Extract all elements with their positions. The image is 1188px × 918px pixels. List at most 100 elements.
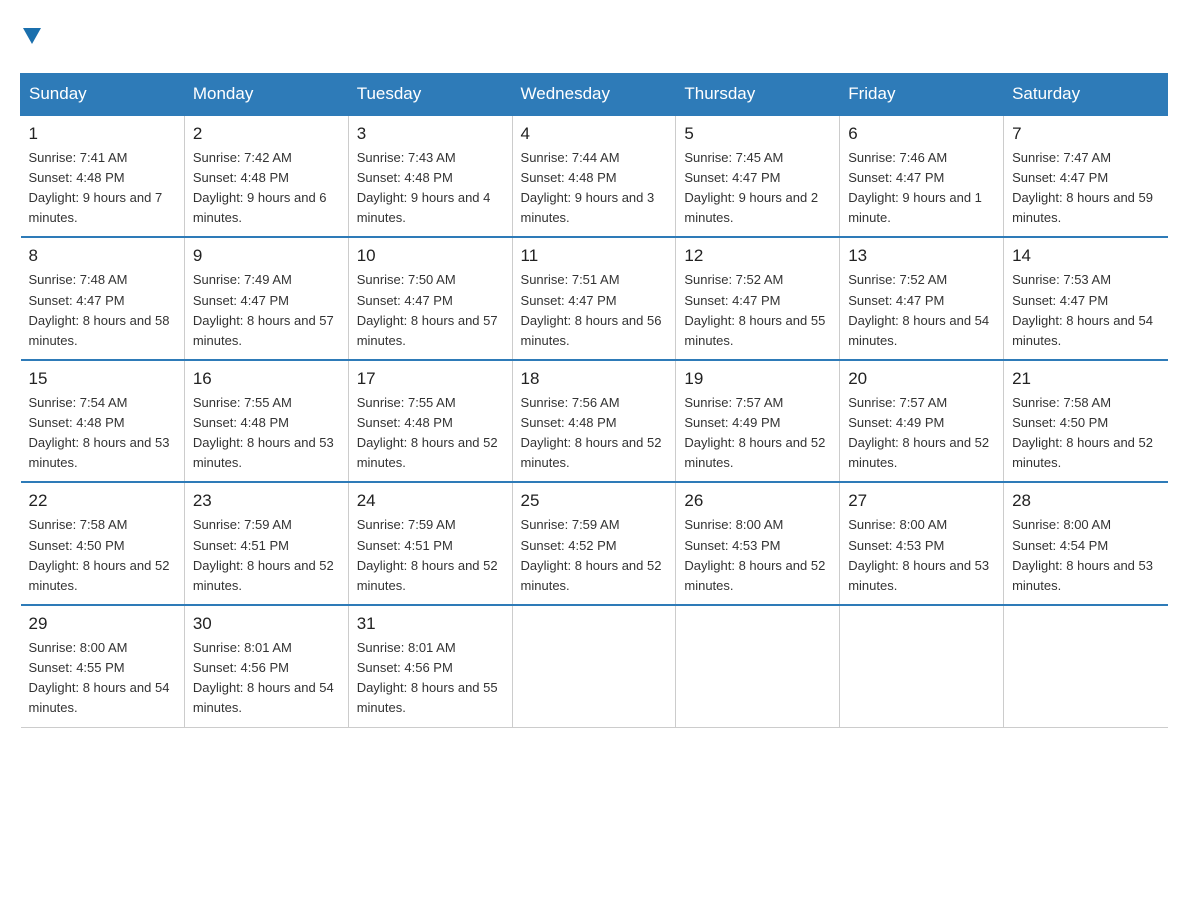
day-number: 25	[521, 491, 668, 511]
day-info: Sunrise: 8:00 AM Sunset: 4:54 PM Dayligh…	[1012, 515, 1159, 596]
calendar-day-cell: 15 Sunrise: 7:54 AM Sunset: 4:48 PM Dayl…	[21, 360, 185, 483]
calendar-table: SundayMondayTuesdayWednesdayThursdayFrid…	[20, 73, 1168, 728]
calendar-day-cell: 30 Sunrise: 8:01 AM Sunset: 4:56 PM Dayl…	[184, 605, 348, 727]
header-saturday: Saturday	[1004, 73, 1168, 115]
day-number: 16	[193, 369, 340, 389]
day-info: Sunrise: 7:44 AM Sunset: 4:48 PM Dayligh…	[521, 148, 668, 229]
day-info: Sunrise: 7:48 AM Sunset: 4:47 PM Dayligh…	[29, 270, 176, 351]
day-number: 10	[357, 246, 504, 266]
day-number: 13	[848, 246, 995, 266]
calendar-day-cell: 8 Sunrise: 7:48 AM Sunset: 4:47 PM Dayli…	[21, 237, 185, 360]
header-sunday: Sunday	[21, 73, 185, 115]
day-info: Sunrise: 7:52 AM Sunset: 4:47 PM Dayligh…	[848, 270, 995, 351]
day-info: Sunrise: 7:55 AM Sunset: 4:48 PM Dayligh…	[357, 393, 504, 474]
header-thursday: Thursday	[676, 73, 840, 115]
day-info: Sunrise: 7:58 AM Sunset: 4:50 PM Dayligh…	[1012, 393, 1159, 474]
day-number: 14	[1012, 246, 1159, 266]
calendar-day-cell: 28 Sunrise: 8:00 AM Sunset: 4:54 PM Dayl…	[1004, 482, 1168, 605]
calendar-day-cell: 14 Sunrise: 7:53 AM Sunset: 4:47 PM Dayl…	[1004, 237, 1168, 360]
calendar-day-cell: 13 Sunrise: 7:52 AM Sunset: 4:47 PM Dayl…	[840, 237, 1004, 360]
calendar-day-cell	[676, 605, 840, 727]
calendar-week-row: 29 Sunrise: 8:00 AM Sunset: 4:55 PM Dayl…	[21, 605, 1168, 727]
calendar-day-cell: 12 Sunrise: 7:52 AM Sunset: 4:47 PM Dayl…	[676, 237, 840, 360]
day-number: 21	[1012, 369, 1159, 389]
calendar-day-cell: 20 Sunrise: 7:57 AM Sunset: 4:49 PM Dayl…	[840, 360, 1004, 483]
header-tuesday: Tuesday	[348, 73, 512, 115]
day-number: 15	[29, 369, 176, 389]
day-info: Sunrise: 8:00 AM Sunset: 4:53 PM Dayligh…	[848, 515, 995, 596]
calendar-day-cell: 16 Sunrise: 7:55 AM Sunset: 4:48 PM Dayl…	[184, 360, 348, 483]
day-info: Sunrise: 8:00 AM Sunset: 4:55 PM Dayligh…	[29, 638, 176, 719]
calendar-day-cell	[1004, 605, 1168, 727]
day-number: 26	[684, 491, 831, 511]
day-number: 8	[29, 246, 176, 266]
day-info: Sunrise: 7:43 AM Sunset: 4:48 PM Dayligh…	[357, 148, 504, 229]
header-friday: Friday	[840, 73, 1004, 115]
day-info: Sunrise: 7:46 AM Sunset: 4:47 PM Dayligh…	[848, 148, 995, 229]
day-number: 7	[1012, 124, 1159, 144]
logo	[20, 20, 41, 53]
header-monday: Monday	[184, 73, 348, 115]
calendar-week-row: 1 Sunrise: 7:41 AM Sunset: 4:48 PM Dayli…	[21, 115, 1168, 238]
logo-triangle-icon	[23, 20, 41, 51]
calendar-day-cell: 25 Sunrise: 7:59 AM Sunset: 4:52 PM Dayl…	[512, 482, 676, 605]
day-info: Sunrise: 8:00 AM Sunset: 4:53 PM Dayligh…	[684, 515, 831, 596]
calendar-day-cell: 4 Sunrise: 7:44 AM Sunset: 4:48 PM Dayli…	[512, 115, 676, 238]
day-info: Sunrise: 7:56 AM Sunset: 4:48 PM Dayligh…	[521, 393, 668, 474]
day-number: 31	[357, 614, 504, 634]
day-number: 30	[193, 614, 340, 634]
calendar-day-cell: 31 Sunrise: 8:01 AM Sunset: 4:56 PM Dayl…	[348, 605, 512, 727]
calendar-week-row: 22 Sunrise: 7:58 AM Sunset: 4:50 PM Dayl…	[21, 482, 1168, 605]
day-number: 9	[193, 246, 340, 266]
day-number: 19	[684, 369, 831, 389]
page-header	[20, 20, 1168, 53]
calendar-week-row: 15 Sunrise: 7:54 AM Sunset: 4:48 PM Dayl…	[21, 360, 1168, 483]
calendar-day-cell: 27 Sunrise: 8:00 AM Sunset: 4:53 PM Dayl…	[840, 482, 1004, 605]
calendar-day-cell: 23 Sunrise: 7:59 AM Sunset: 4:51 PM Dayl…	[184, 482, 348, 605]
day-info: Sunrise: 7:57 AM Sunset: 4:49 PM Dayligh…	[684, 393, 831, 474]
day-number: 22	[29, 491, 176, 511]
day-number: 4	[521, 124, 668, 144]
day-info: Sunrise: 8:01 AM Sunset: 4:56 PM Dayligh…	[357, 638, 504, 719]
header-wednesday: Wednesday	[512, 73, 676, 115]
calendar-day-cell: 22 Sunrise: 7:58 AM Sunset: 4:50 PM Dayl…	[21, 482, 185, 605]
day-number: 3	[357, 124, 504, 144]
day-info: Sunrise: 8:01 AM Sunset: 4:56 PM Dayligh…	[193, 638, 340, 719]
day-info: Sunrise: 7:59 AM Sunset: 4:51 PM Dayligh…	[193, 515, 340, 596]
calendar-day-cell: 6 Sunrise: 7:46 AM Sunset: 4:47 PM Dayli…	[840, 115, 1004, 238]
day-number: 12	[684, 246, 831, 266]
day-number: 27	[848, 491, 995, 511]
day-number: 2	[193, 124, 340, 144]
calendar-day-cell: 7 Sunrise: 7:47 AM Sunset: 4:47 PM Dayli…	[1004, 115, 1168, 238]
day-info: Sunrise: 7:49 AM Sunset: 4:47 PM Dayligh…	[193, 270, 340, 351]
calendar-day-cell: 10 Sunrise: 7:50 AM Sunset: 4:47 PM Dayl…	[348, 237, 512, 360]
calendar-day-cell: 24 Sunrise: 7:59 AM Sunset: 4:51 PM Dayl…	[348, 482, 512, 605]
calendar-day-cell: 19 Sunrise: 7:57 AM Sunset: 4:49 PM Dayl…	[676, 360, 840, 483]
day-number: 6	[848, 124, 995, 144]
calendar-day-cell: 29 Sunrise: 8:00 AM Sunset: 4:55 PM Dayl…	[21, 605, 185, 727]
calendar-day-cell: 9 Sunrise: 7:49 AM Sunset: 4:47 PM Dayli…	[184, 237, 348, 360]
day-info: Sunrise: 7:59 AM Sunset: 4:52 PM Dayligh…	[521, 515, 668, 596]
day-number: 20	[848, 369, 995, 389]
day-number: 23	[193, 491, 340, 511]
day-number: 11	[521, 246, 668, 266]
day-info: Sunrise: 7:52 AM Sunset: 4:47 PM Dayligh…	[684, 270, 831, 351]
calendar-day-cell: 3 Sunrise: 7:43 AM Sunset: 4:48 PM Dayli…	[348, 115, 512, 238]
day-info: Sunrise: 7:47 AM Sunset: 4:47 PM Dayligh…	[1012, 148, 1159, 229]
day-info: Sunrise: 7:50 AM Sunset: 4:47 PM Dayligh…	[357, 270, 504, 351]
calendar-day-cell	[512, 605, 676, 727]
calendar-day-cell: 26 Sunrise: 8:00 AM Sunset: 4:53 PM Dayl…	[676, 482, 840, 605]
day-number: 29	[29, 614, 176, 634]
day-number: 24	[357, 491, 504, 511]
day-info: Sunrise: 7:41 AM Sunset: 4:48 PM Dayligh…	[29, 148, 176, 229]
day-info: Sunrise: 7:59 AM Sunset: 4:51 PM Dayligh…	[357, 515, 504, 596]
calendar-day-cell: 18 Sunrise: 7:56 AM Sunset: 4:48 PM Dayl…	[512, 360, 676, 483]
calendar-day-cell: 17 Sunrise: 7:55 AM Sunset: 4:48 PM Dayl…	[348, 360, 512, 483]
day-info: Sunrise: 7:58 AM Sunset: 4:50 PM Dayligh…	[29, 515, 176, 596]
calendar-day-cell: 2 Sunrise: 7:42 AM Sunset: 4:48 PM Dayli…	[184, 115, 348, 238]
day-number: 17	[357, 369, 504, 389]
calendar-day-cell	[840, 605, 1004, 727]
day-number: 28	[1012, 491, 1159, 511]
day-info: Sunrise: 7:45 AM Sunset: 4:47 PM Dayligh…	[684, 148, 831, 229]
day-info: Sunrise: 7:53 AM Sunset: 4:47 PM Dayligh…	[1012, 270, 1159, 351]
